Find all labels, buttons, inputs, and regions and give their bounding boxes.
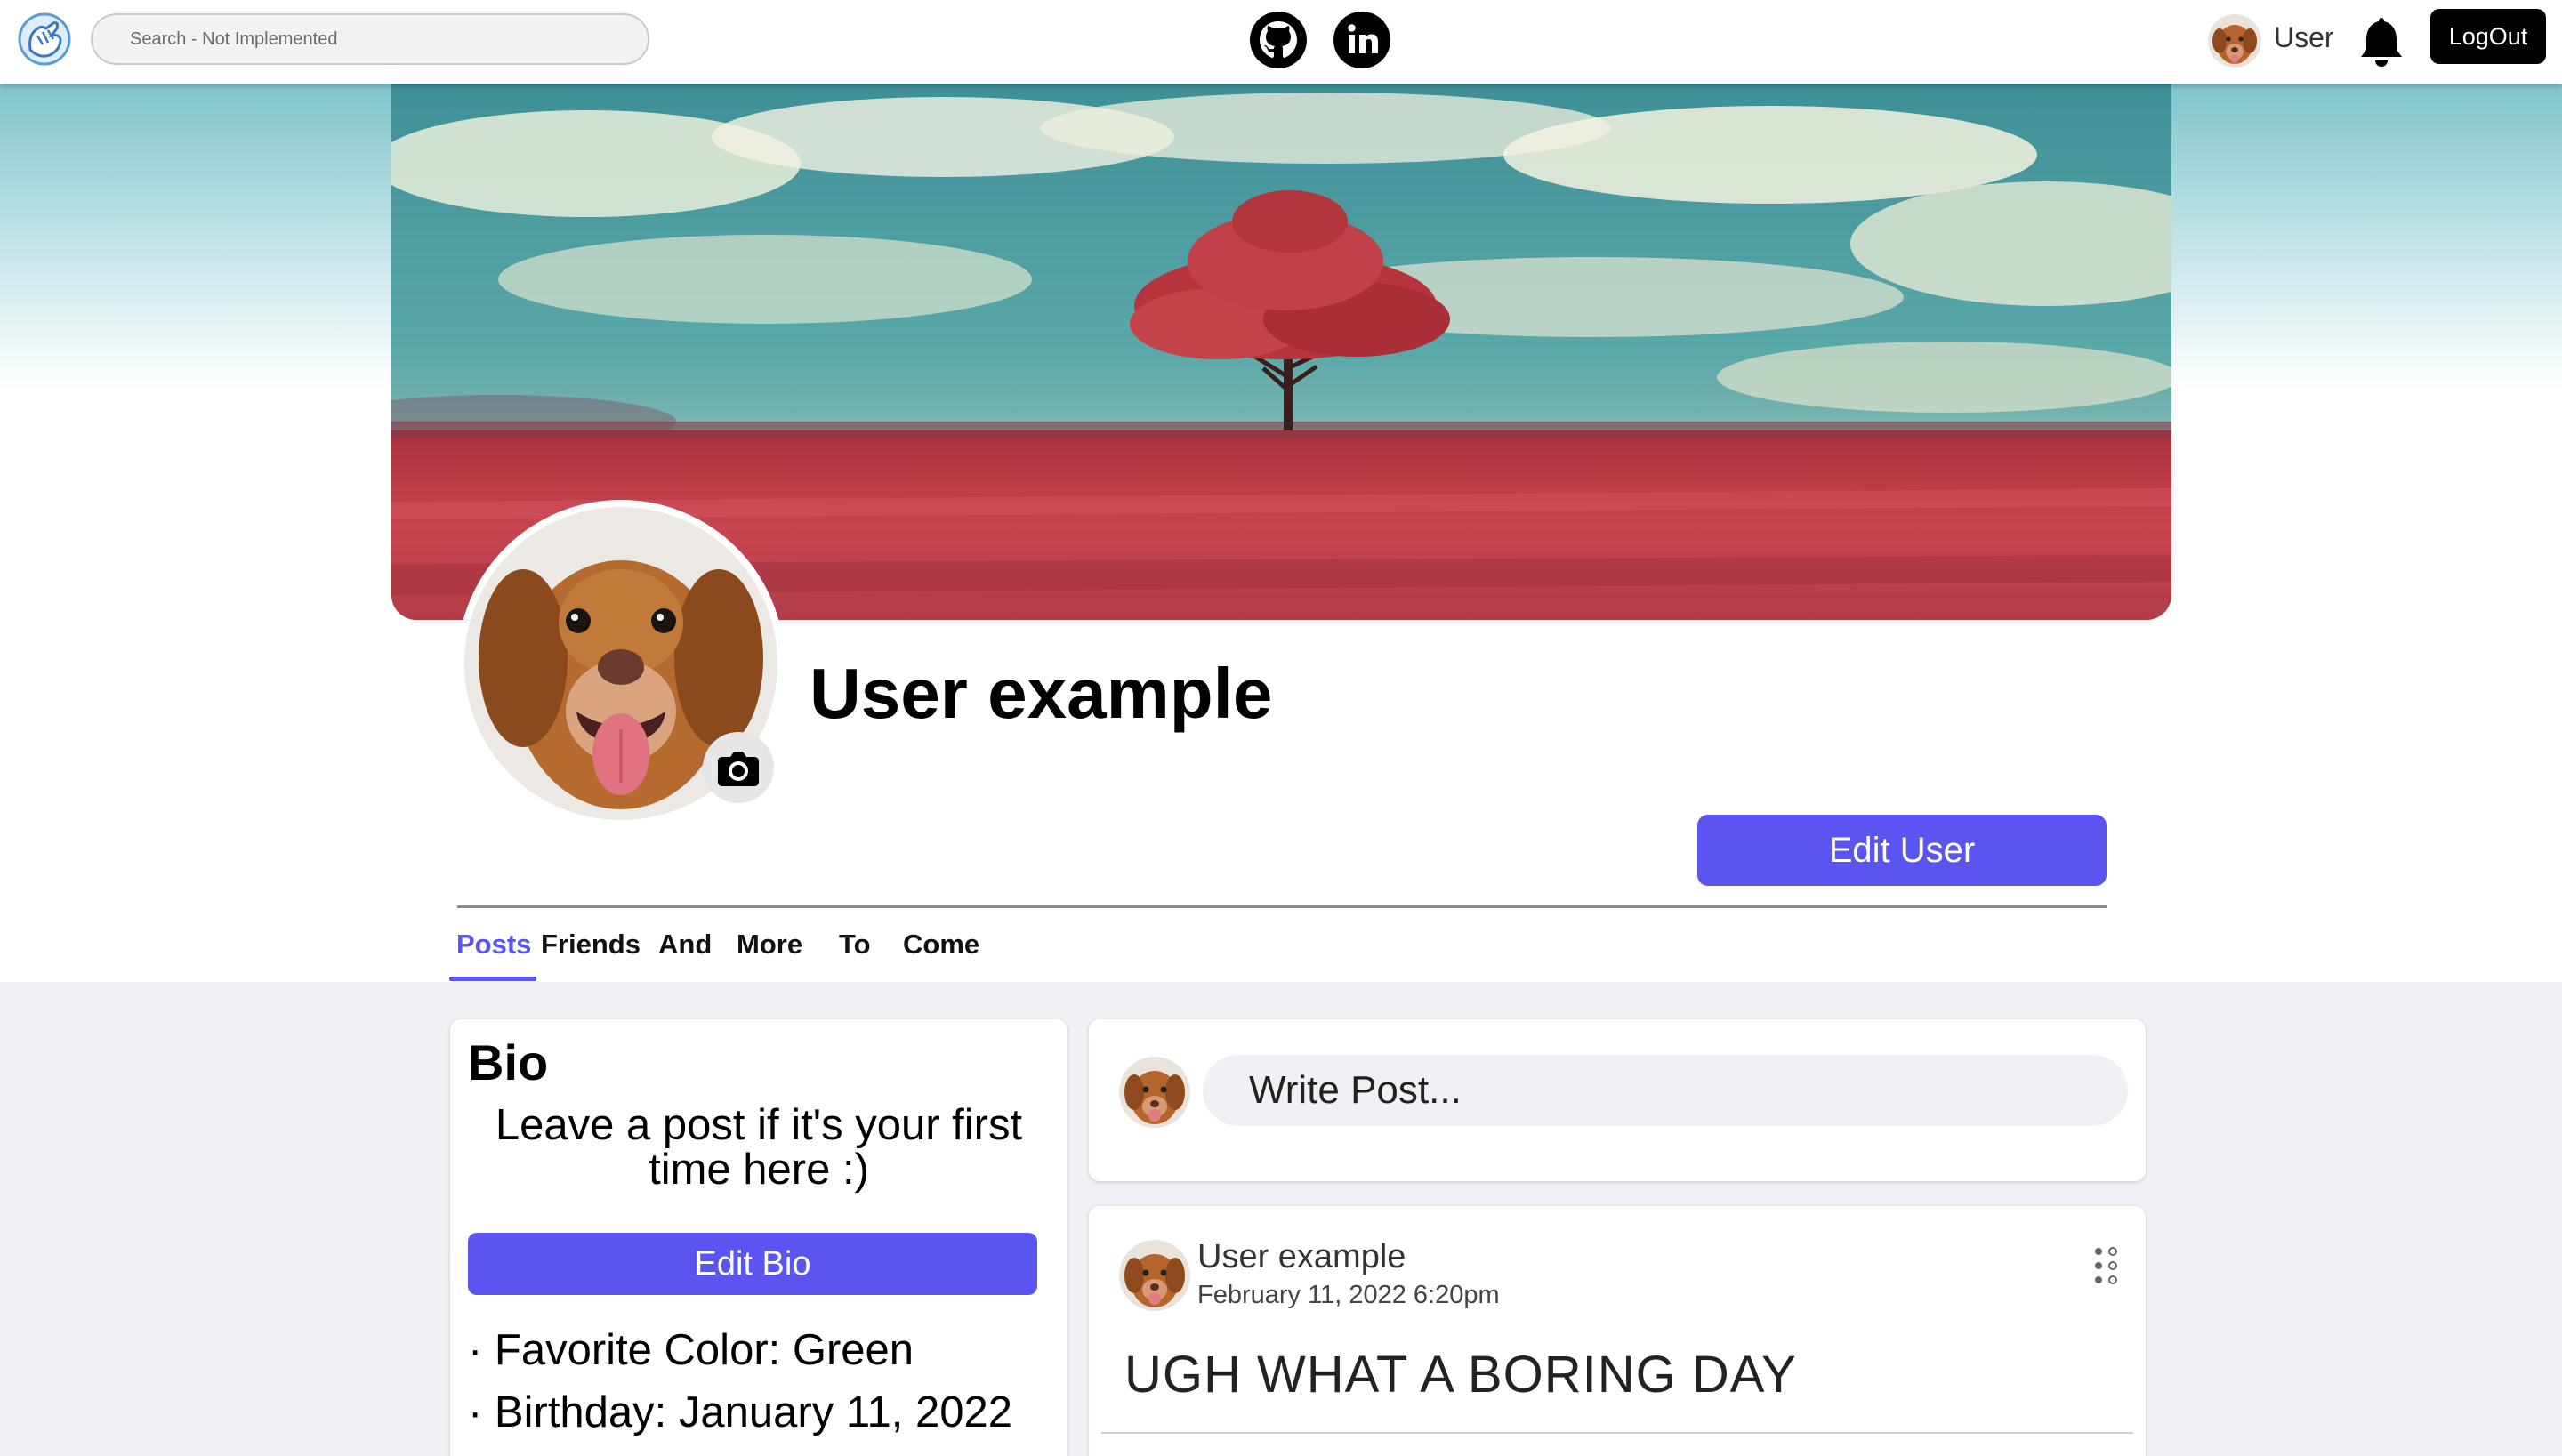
bell-icon[interactable] <box>2352 12 2411 71</box>
github-icon[interactable] <box>1249 11 1308 69</box>
avatar[interactable] <box>2208 14 2261 68</box>
avatar[interactable] <box>1119 1240 1190 1311</box>
top-navbar: User LogOut <box>0 0 2562 84</box>
change-photo-button[interactable] <box>703 732 774 803</box>
bio-fact-birthday: · Birthday: January 11, 2022 <box>468 1388 1012 1436</box>
hand-logo-icon[interactable] <box>16 9 73 69</box>
active-tab-indicator <box>449 977 536 981</box>
tab-posts[interactable]: Posts <box>456 929 531 961</box>
tab-come[interactable]: Come <box>903 929 979 961</box>
avatar <box>1119 1057 1190 1128</box>
camera-icon <box>718 752 759 786</box>
post-card: User example February 11, 2022 6:20pm UG… <box>1089 1206 2146 1456</box>
post-options-icon[interactable] <box>2091 1245 2121 1286</box>
post-body: UGH WHAT A BORING DAY <box>1124 1346 1797 1404</box>
logout-button[interactable]: LogOut <box>2430 9 2546 64</box>
tab-more[interactable]: More <box>737 929 802 961</box>
edit-user-button[interactable]: Edit User <box>1697 815 2107 886</box>
edit-bio-button[interactable]: Edit Bio <box>468 1233 1037 1295</box>
post-date: February 11, 2022 6:20pm <box>1197 1281 1500 1309</box>
bio-fact-favorite-color: · Favorite Color: Green <box>468 1326 914 1374</box>
post-divider <box>1101 1432 2133 1434</box>
write-post-input[interactable]: Write Post... <box>1203 1055 2128 1126</box>
tab-friends[interactable]: Friends <box>541 929 640 961</box>
bio-title: Bio <box>468 1034 549 1090</box>
tab-and[interactable]: And <box>658 929 712 961</box>
tab-to[interactable]: To <box>839 929 871 961</box>
search-input[interactable] <box>91 13 649 65</box>
linkedin-icon[interactable] <box>1333 11 1391 69</box>
bio-card: Bio Leave a post if it's your first time… <box>450 1019 1068 1456</box>
nav-user-label[interactable]: User <box>2274 21 2334 54</box>
bio-text: Leave a post if it's your first time her… <box>495 1101 1023 1194</box>
write-post-card: Write Post... <box>1089 1019 2146 1181</box>
profile-name: User example <box>810 654 1273 733</box>
post-author[interactable]: User example <box>1197 1238 1406 1276</box>
divider <box>457 905 2107 908</box>
